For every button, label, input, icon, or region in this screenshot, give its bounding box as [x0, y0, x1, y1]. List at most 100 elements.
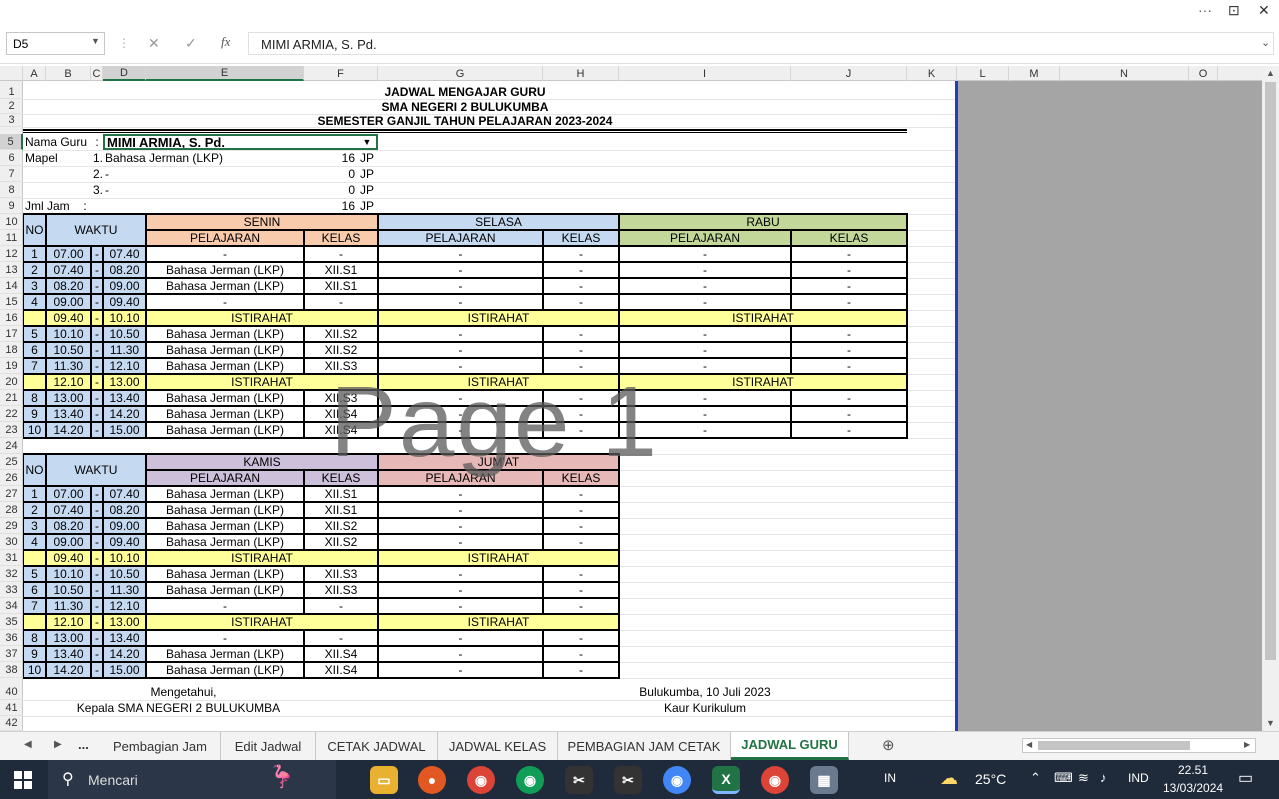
- sheet-tab-pembagian-jam-cetak[interactable]: PEMBAGIAN JAM CETAK: [558, 732, 731, 760]
- row-header-9[interactable]: 9: [0, 198, 23, 214]
- pelajaran-cell[interactable]: -: [378, 358, 543, 374]
- pelajaran-cell[interactable]: -: [378, 406, 543, 422]
- sheet-tab-pembagian-jam[interactable]: Pembagian Jam: [100, 732, 221, 760]
- kelas-cell[interactable]: XII.S2: [304, 518, 378, 534]
- row-header-42[interactable]: 42: [0, 716, 23, 731]
- kelas-cell[interactable]: -: [791, 422, 907, 438]
- kelas-cell[interactable]: XII.S3: [304, 566, 378, 582]
- pelajaran-cell[interactable]: -: [619, 278, 791, 294]
- row-header-8[interactable]: 8: [0, 182, 23, 198]
- formula-input[interactable]: MIMI ARMIA, S. Pd. ⌄: [248, 32, 1274, 55]
- kelas-cell[interactable]: -: [791, 278, 907, 294]
- row-header-19[interactable]: 19: [0, 358, 23, 374]
- chrome-app-icon[interactable]: ◉: [663, 766, 691, 794]
- pelajaran-cell[interactable]: Bahasa Jerman (LKP): [146, 646, 304, 662]
- row-header-12[interactable]: 12: [0, 246, 23, 262]
- pelajaran-cell[interactable]: -: [619, 262, 791, 278]
- column-header-e[interactable]: E: [146, 66, 304, 81]
- row-header-41[interactable]: 41: [0, 700, 23, 716]
- more-options-button[interactable]: ···: [1198, 2, 1212, 18]
- ime-indicator[interactable]: IND: [1128, 771, 1149, 785]
- kelas-cell[interactable]: XII.S1: [304, 486, 378, 502]
- row-header-38[interactable]: 38: [0, 662, 23, 678]
- kelas-cell[interactable]: XII.S2: [304, 326, 378, 342]
- kelas-cell[interactable]: -: [543, 262, 619, 278]
- kelas-cell[interactable]: -: [543, 518, 619, 534]
- kelas-cell[interactable]: -: [791, 406, 907, 422]
- pelajaran-cell[interactable]: Bahasa Jerman (LKP): [146, 662, 304, 678]
- row-header-3[interactable]: 3: [0, 114, 23, 127]
- row-header-20[interactable]: 20: [0, 374, 23, 390]
- tab-scroll-left-icon[interactable]: ◀: [24, 739, 32, 750]
- excel-icon[interactable]: X: [712, 766, 740, 794]
- pelajaran-cell[interactable]: -: [146, 294, 304, 310]
- pelajaran-cell[interactable]: -: [378, 630, 543, 646]
- column-header-b[interactable]: B: [46, 66, 91, 81]
- taskbar-search-box[interactable]: ⚲ Mencari 🦩: [48, 760, 336, 799]
- pelajaran-cell[interactable]: -: [378, 582, 543, 598]
- pelajaran-cell[interactable]: -: [619, 406, 791, 422]
- kelas-cell[interactable]: -: [543, 342, 619, 358]
- kelas-cell[interactable]: -: [543, 406, 619, 422]
- kelas-cell[interactable]: -: [791, 342, 907, 358]
- kelas-cell[interactable]: -: [543, 422, 619, 438]
- kelas-cell[interactable]: -: [543, 534, 619, 550]
- tab-scroll-right-icon[interactable]: ▶: [54, 739, 62, 750]
- row-header-36[interactable]: 36: [0, 630, 23, 646]
- sheet-tab-jadwal-kelas[interactable]: JADWAL KELAS: [438, 732, 558, 760]
- column-header-n[interactable]: N: [1060, 66, 1189, 81]
- kelas-cell[interactable]: -: [791, 326, 907, 342]
- capcut-2-icon[interactable]: ✂: [614, 766, 642, 794]
- kelas-cell[interactable]: XII.S4: [304, 662, 378, 678]
- kelas-cell[interactable]: -: [543, 246, 619, 262]
- pelajaran-cell[interactable]: -: [619, 390, 791, 406]
- pelajaran-cell[interactable]: -: [378, 390, 543, 406]
- pelajaran-cell[interactable]: -: [378, 486, 543, 502]
- row-header-22[interactable]: 22: [0, 406, 23, 422]
- row-header-32[interactable]: 32: [0, 566, 23, 582]
- pelajaran-cell[interactable]: -: [378, 262, 543, 278]
- chrome-profile-icon[interactable]: ◉: [467, 766, 495, 794]
- notification-icon[interactable]: ▭: [1238, 768, 1253, 788]
- kelas-cell[interactable]: -: [791, 262, 907, 278]
- pelajaran-cell[interactable]: -: [378, 502, 543, 518]
- pelajaran-cell[interactable]: Bahasa Jerman (LKP): [146, 342, 304, 358]
- pelajaran-cell[interactable]: -: [378, 246, 543, 262]
- kelas-cell[interactable]: XII.S4: [304, 422, 378, 438]
- row-header-25[interactable]: 25: [0, 454, 23, 470]
- column-header-d[interactable]: D: [103, 66, 146, 81]
- pelajaran-cell[interactable]: -: [378, 422, 543, 438]
- pelajaran-cell[interactable]: Bahasa Jerman (LKP): [146, 358, 304, 374]
- pelajaran-cell[interactable]: -: [378, 598, 543, 614]
- pelajaran-cell[interactable]: Bahasa Jerman (LKP): [146, 518, 304, 534]
- row-header-28[interactable]: 28: [0, 502, 23, 518]
- row-header-40[interactable]: 40: [0, 684, 23, 700]
- kelas-cell[interactable]: XII.S1: [304, 278, 378, 294]
- row-header-5[interactable]: 5: [0, 134, 23, 150]
- kelas-cell[interactable]: XII.S2: [304, 534, 378, 550]
- column-header-k[interactable]: K: [907, 66, 957, 81]
- kelas-cell[interactable]: XII.S2: [304, 342, 378, 358]
- kelas-cell[interactable]: -: [304, 630, 378, 646]
- chrome-other-icon[interactable]: ◉: [761, 766, 789, 794]
- column-header-j[interactable]: J: [791, 66, 907, 81]
- chevron-up-icon[interactable]: ⌃: [1030, 770, 1041, 786]
- pelajaran-cell[interactable]: Bahasa Jerman (LKP): [146, 278, 304, 294]
- row-header-30[interactable]: 30: [0, 534, 23, 550]
- pelajaran-cell[interactable]: -: [378, 342, 543, 358]
- row-header-6[interactable]: 6: [0, 150, 23, 166]
- kelas-cell[interactable]: -: [543, 662, 619, 678]
- kelas-cell[interactable]: XII.S3: [304, 390, 378, 406]
- kelas-cell[interactable]: XII.S3: [304, 358, 378, 374]
- name-box[interactable]: D5 ▼: [6, 32, 105, 55]
- kelas-cell[interactable]: XII.S1: [304, 502, 378, 518]
- kelas-cell[interactable]: -: [543, 294, 619, 310]
- column-header-h[interactable]: H: [543, 66, 619, 81]
- meet-icon[interactable]: ⌨: [1054, 770, 1073, 786]
- kelas-cell[interactable]: -: [543, 486, 619, 502]
- kelas-cell[interactable]: -: [543, 358, 619, 374]
- pelajaran-cell[interactable]: -: [378, 534, 543, 550]
- pelajaran-cell[interactable]: -: [378, 278, 543, 294]
- column-header-a[interactable]: A: [23, 66, 46, 81]
- sheet-tab-edit-jadwal[interactable]: Edit Jadwal: [221, 732, 316, 760]
